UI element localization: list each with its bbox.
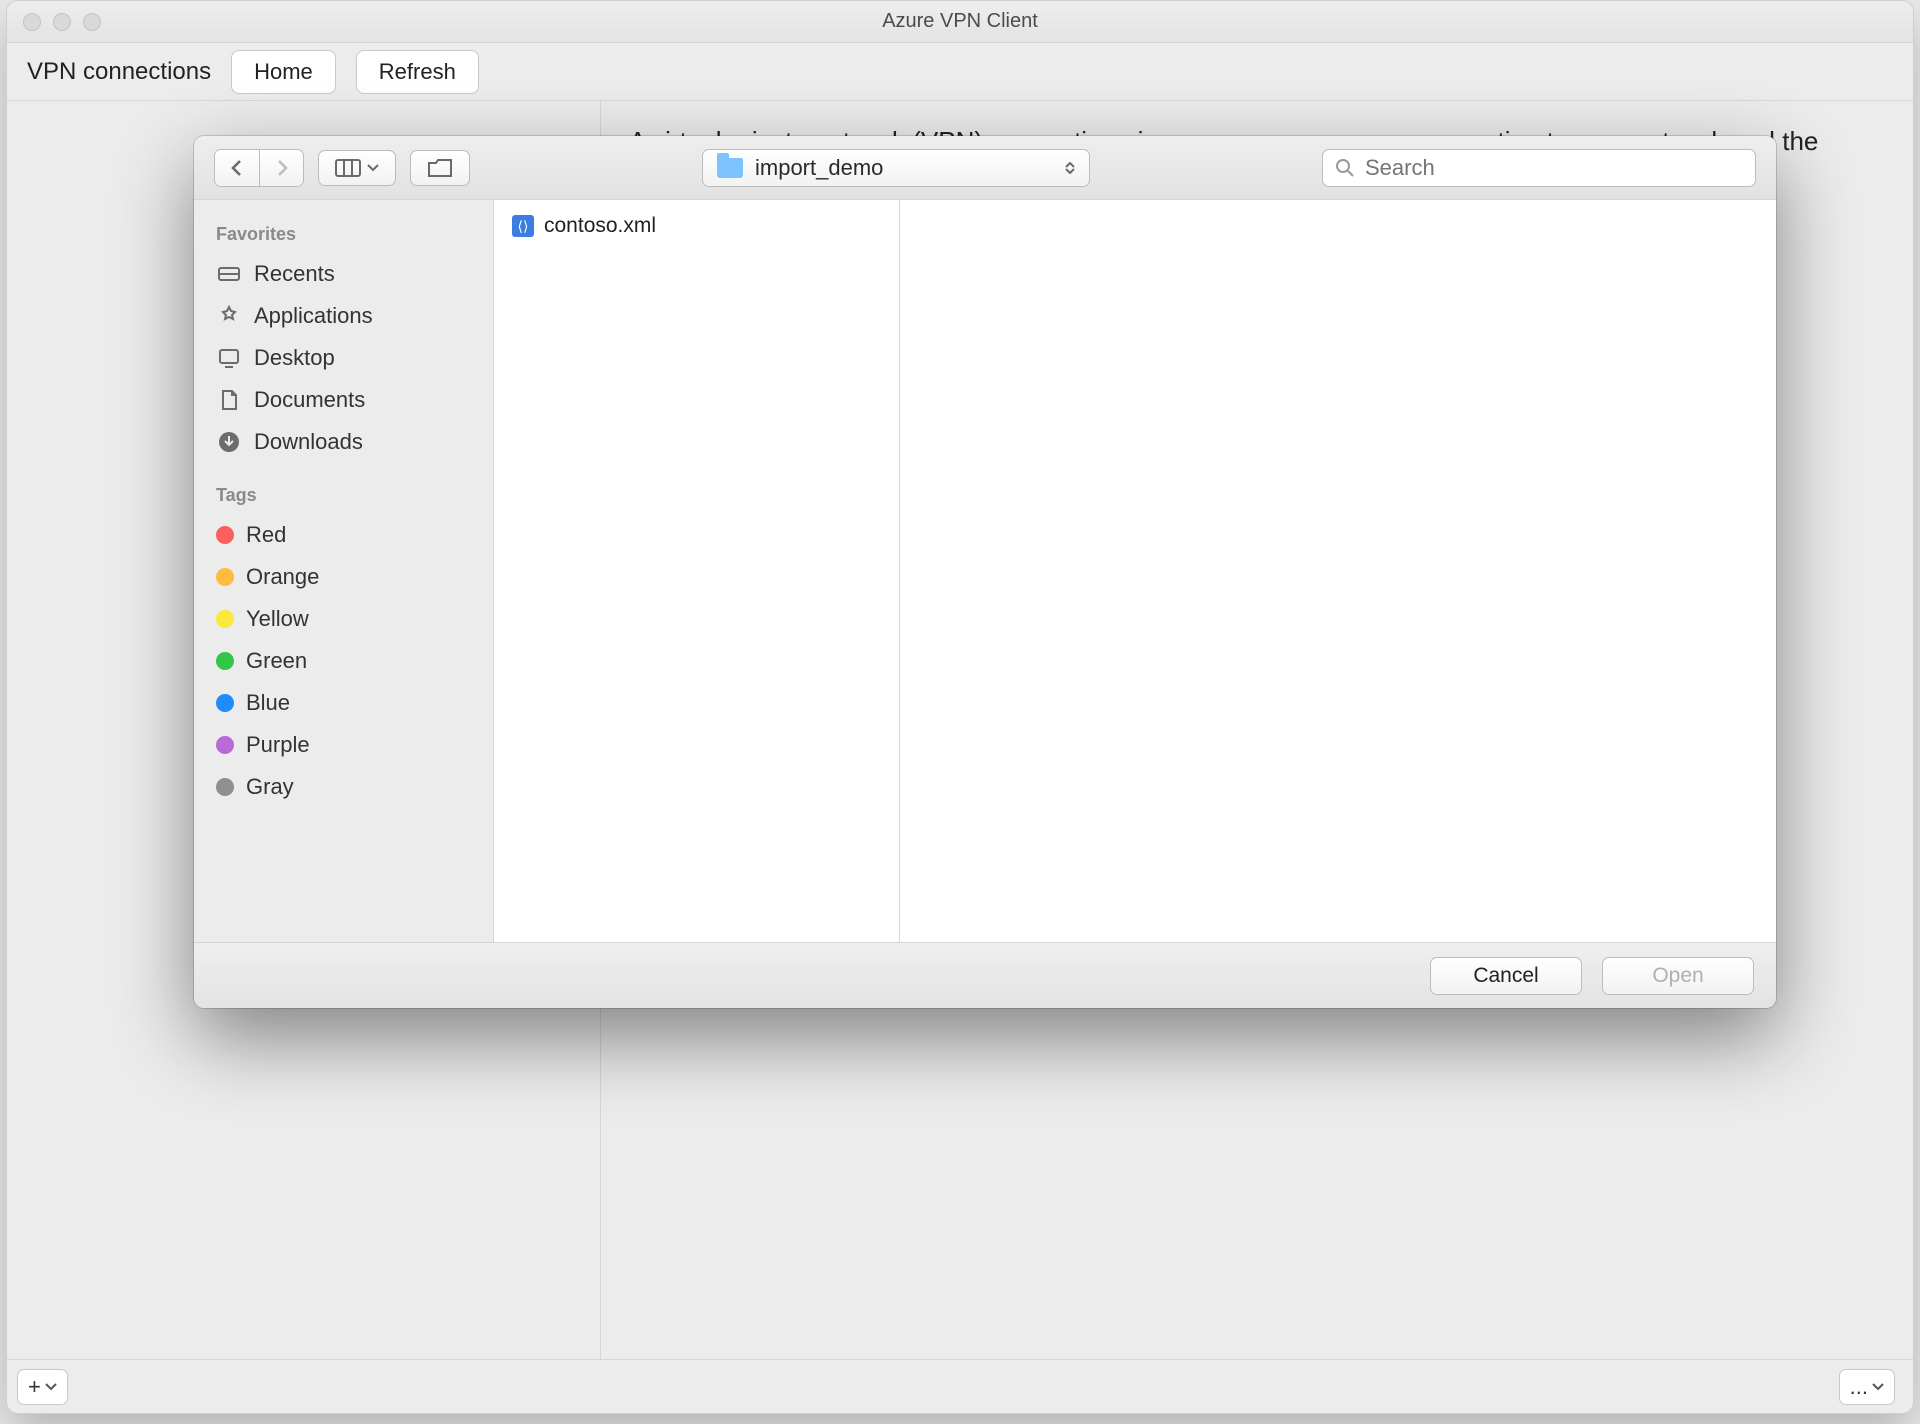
group-button[interactable] [410, 150, 470, 186]
app-toolbar: VPN connections Home Refresh [7, 43, 1913, 101]
preview-column [900, 200, 1776, 942]
tag-dot-icon [216, 694, 234, 712]
cancel-button[interactable]: Cancel [1430, 957, 1582, 995]
chevron-left-icon [230, 159, 244, 177]
sidebar-item-downloads[interactable]: Downloads [194, 421, 493, 463]
tag-dot-icon [216, 568, 234, 586]
open-file-dialog: import_demo Favorites Recents [194, 136, 1776, 1008]
favorites-header: Favorites [194, 218, 493, 253]
xml-file-icon: ⟨⟩ [512, 215, 534, 237]
sidebar-item-documents[interactable]: Documents [194, 379, 493, 421]
sidebar-item-label: Desktop [254, 345, 335, 371]
navigation-segmented [214, 149, 304, 187]
dialog-footer: Cancel Open [194, 942, 1776, 1008]
vpn-connections-label: VPN connections [27, 58, 211, 86]
tag-dot-icon [216, 652, 234, 670]
chevron-right-icon [275, 159, 289, 177]
tag-gray[interactable]: Gray [194, 766, 493, 808]
forward-button[interactable] [259, 150, 303, 186]
path-popup[interactable]: import_demo [702, 149, 1090, 187]
dialog-toolbar: import_demo [194, 136, 1776, 200]
path-label: import_demo [755, 155, 883, 181]
tag-red[interactable]: Red [194, 514, 493, 556]
desktop-icon [216, 345, 242, 371]
sidebar-item-label: Recents [254, 261, 335, 287]
tag-dot-icon [216, 736, 234, 754]
tag-label: Purple [246, 732, 310, 758]
tag-green[interactable]: Green [194, 640, 493, 682]
sidebar-item-label: Downloads [254, 429, 363, 455]
tag-orange[interactable]: Orange [194, 556, 493, 598]
documents-icon [216, 387, 242, 413]
refresh-button[interactable]: Refresh [356, 50, 479, 94]
ellipsis-icon: ... [1850, 1374, 1868, 1400]
updown-icon [1065, 162, 1075, 174]
sidebar-item-desktop[interactable]: Desktop [194, 337, 493, 379]
search-field[interactable] [1322, 149, 1756, 187]
downloads-icon [216, 429, 242, 455]
sidebar-item-applications[interactable]: Applications [194, 295, 493, 337]
folder-icon [717, 158, 743, 178]
chevron-down-icon [367, 162, 379, 174]
tag-dot-icon [216, 526, 234, 544]
window-title: Azure VPN Client [7, 10, 1913, 33]
sidebar-item-label: Documents [254, 387, 365, 413]
bottom-bar: + ... [7, 1359, 1913, 1413]
search-input[interactable] [1365, 155, 1743, 181]
tags-header: Tags [194, 479, 493, 514]
view-mode-button[interactable] [318, 150, 396, 186]
chevron-down-icon [1872, 1381, 1884, 1393]
file-list-column: ⟨⟩ contoso.xml [494, 200, 900, 942]
tag-dot-icon [216, 610, 234, 628]
tag-yellow[interactable]: Yellow [194, 598, 493, 640]
chevron-down-icon [45, 1381, 57, 1393]
tag-label: Yellow [246, 606, 309, 632]
sidebar-item-label: Applications [254, 303, 373, 329]
folder-outline-icon [427, 158, 453, 178]
plus-icon: + [28, 1374, 41, 1400]
tag-label: Red [246, 522, 286, 548]
titlebar: Azure VPN Client [7, 1, 1913, 43]
applications-icon [216, 303, 242, 329]
file-name: contoso.xml [544, 214, 656, 238]
dialog-sidebar: Favorites Recents Applications Desktop [194, 200, 494, 942]
tag-label: Green [246, 648, 307, 674]
home-button[interactable]: Home [231, 50, 336, 94]
tag-blue[interactable]: Blue [194, 682, 493, 724]
add-button[interactable]: + [17, 1369, 68, 1405]
columns-icon [335, 159, 361, 177]
sidebar-item-recents[interactable]: Recents [194, 253, 493, 295]
file-item[interactable]: ⟨⟩ contoso.xml [494, 210, 899, 242]
dialog-body: Favorites Recents Applications Desktop [194, 200, 1776, 942]
tag-dot-icon [216, 778, 234, 796]
recents-icon [216, 261, 242, 287]
tag-label: Gray [246, 774, 294, 800]
more-button[interactable]: ... [1839, 1369, 1895, 1405]
tag-label: Orange [246, 564, 319, 590]
back-button[interactable] [215, 150, 259, 186]
tag-purple[interactable]: Purple [194, 724, 493, 766]
tag-label: Blue [246, 690, 290, 716]
open-button[interactable]: Open [1602, 957, 1754, 995]
search-icon [1335, 158, 1355, 178]
